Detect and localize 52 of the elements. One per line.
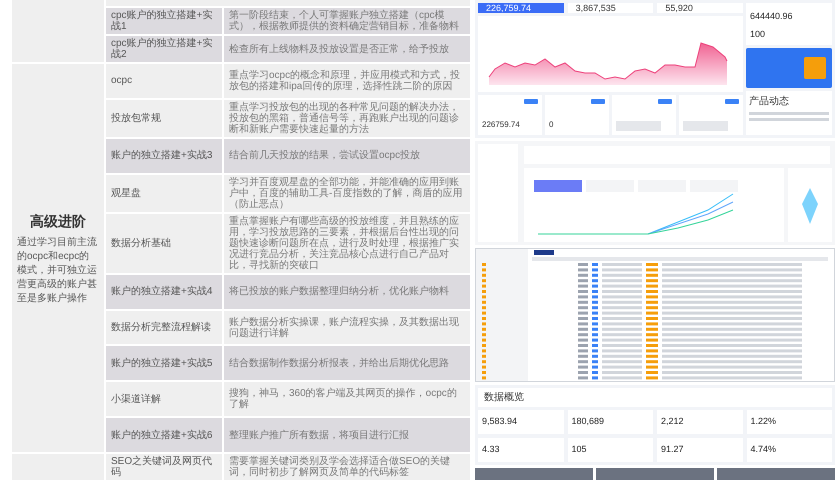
course-cell: 小渠道详解 [106,382,222,416]
detail-cell: 重点学习ocpc的概念和原理，并应用模式和方式，投放包的搭建和ipa回传的原理，选择性跳二阶的原因 [224,64,470,98]
course-cell: 观星盘 [106,174,222,212]
enter-button[interactable] [524,99,538,104]
section-description: 通过学习目前主流的ocpc和ecpc的模式，并可独立运营更高级的账户甚至是多账户操作 [17,236,98,306]
promo-value: 226759.74 [482,119,521,131]
metric-card: 4.74% [746,438,832,462]
detail-cell: 将已投放的账户数据整理归纳分析，优化账户物料 [224,274,470,309]
course-cell: ocpc [106,64,222,98]
metric-card: 2,212 [657,410,742,434]
stat-card: 226,759.74 [478,3,564,13]
course-cell: SEO之关键词及网页代码 [106,454,222,480]
enter-button[interactable] [658,99,672,104]
detail-cell: 重点掌握账户有哪些高级的投放维度，并且熟练的应用，学习投放思路的三要素，并根据后台性出现的问题快速诊断问题所在点，进行及时处理，根据推广实况进行竞品分析，关注竞品核心点进行自己产品对比，寻找新的突破口 [224,214,470,273]
news-title: 产品动态 [749,94,790,109]
detail-cell: 账户数据分析实操课，账户流程实操，及其数据出现问题进行详解 [224,310,470,344]
detail-cell: 结合前几天投放的结果，尝试设置ocpc投放 [224,138,470,173]
metric-card: 4.33 [478,438,564,462]
section-title: 高级进阶 [29,212,87,230]
course-cell: 账户的独立搭建+实战6 [106,418,222,452]
metric-card: 1.22% [746,410,832,434]
stat-card: 3,867,535 [568,3,654,13]
detail-cell: 学习并百度观星盘的全部功能，并能准确的应用到账户中，百度的辅助工具-百度指数的了解，商盾的应用（防止恶点） [224,174,470,212]
balance-value: 644440.96 [750,10,794,23]
text-line-drawing [616,121,661,131]
promo-value: 0 [549,119,554,131]
metric-card: 180,689 [568,410,653,434]
course-cell: cpc账户的独立搭建+实战2 [106,36,222,62]
text-line-drawing [683,121,728,131]
detail-cell: 检查所有上线物料及投放设置是否正常，给予投放 [224,36,470,62]
illustration-icon [804,57,826,79]
enter-button[interactable] [725,99,739,104]
detail-cell: 第一阶段结束，个人可掌握账户独立搭建（cpc模式），根据教师提供的资料确定营销目标，准备物料 [224,8,470,34]
detail-cell: 搜狗，神马，360的客户端及其网页的操作，ocpc的了解 [224,382,470,416]
course-cell: 账户的独立搭建+实战5 [106,346,222,380]
count-value: 100 [750,28,766,40]
course-cell: 投放包常规 [106,100,222,137]
course-cell: cpc账户的独立搭建+实战1 [106,8,222,34]
metric-card: 105 [568,438,653,462]
course-cell: 账户的独立搭建+实战4 [106,274,222,309]
course-cell: 数据分析完整流程解读 [106,310,222,344]
enter-button[interactable] [591,99,605,104]
course-cell: 账户的独立搭建+实战3 [106,138,222,173]
detail-cell: 需要掌握关键词类别及学会选择适合做SEO的关键词，同时初步了解网页及简单的代码标签 [224,454,470,480]
detail-cell: 重点学习投放包的出现的各种常见问题的解决办法，投放包的黑箱，普通信号等，再跑账户出现的问题诊断和新账户需要快速起量的方法 [224,100,470,137]
metric-card: 9,583.94 [478,410,564,434]
course-cell: 数据分析基础 [106,214,222,273]
detail-cell: 整理账户推广所有数据，将项目进行汇报 [224,418,470,452]
detail-cell: 结合数据制作数据分析报表，并给出后期优化思路 [224,346,470,380]
stat-card: 55,920 [657,3,744,13]
overview-title: 数据概览 [478,388,832,407]
metric-card: 91.27 [657,438,742,462]
